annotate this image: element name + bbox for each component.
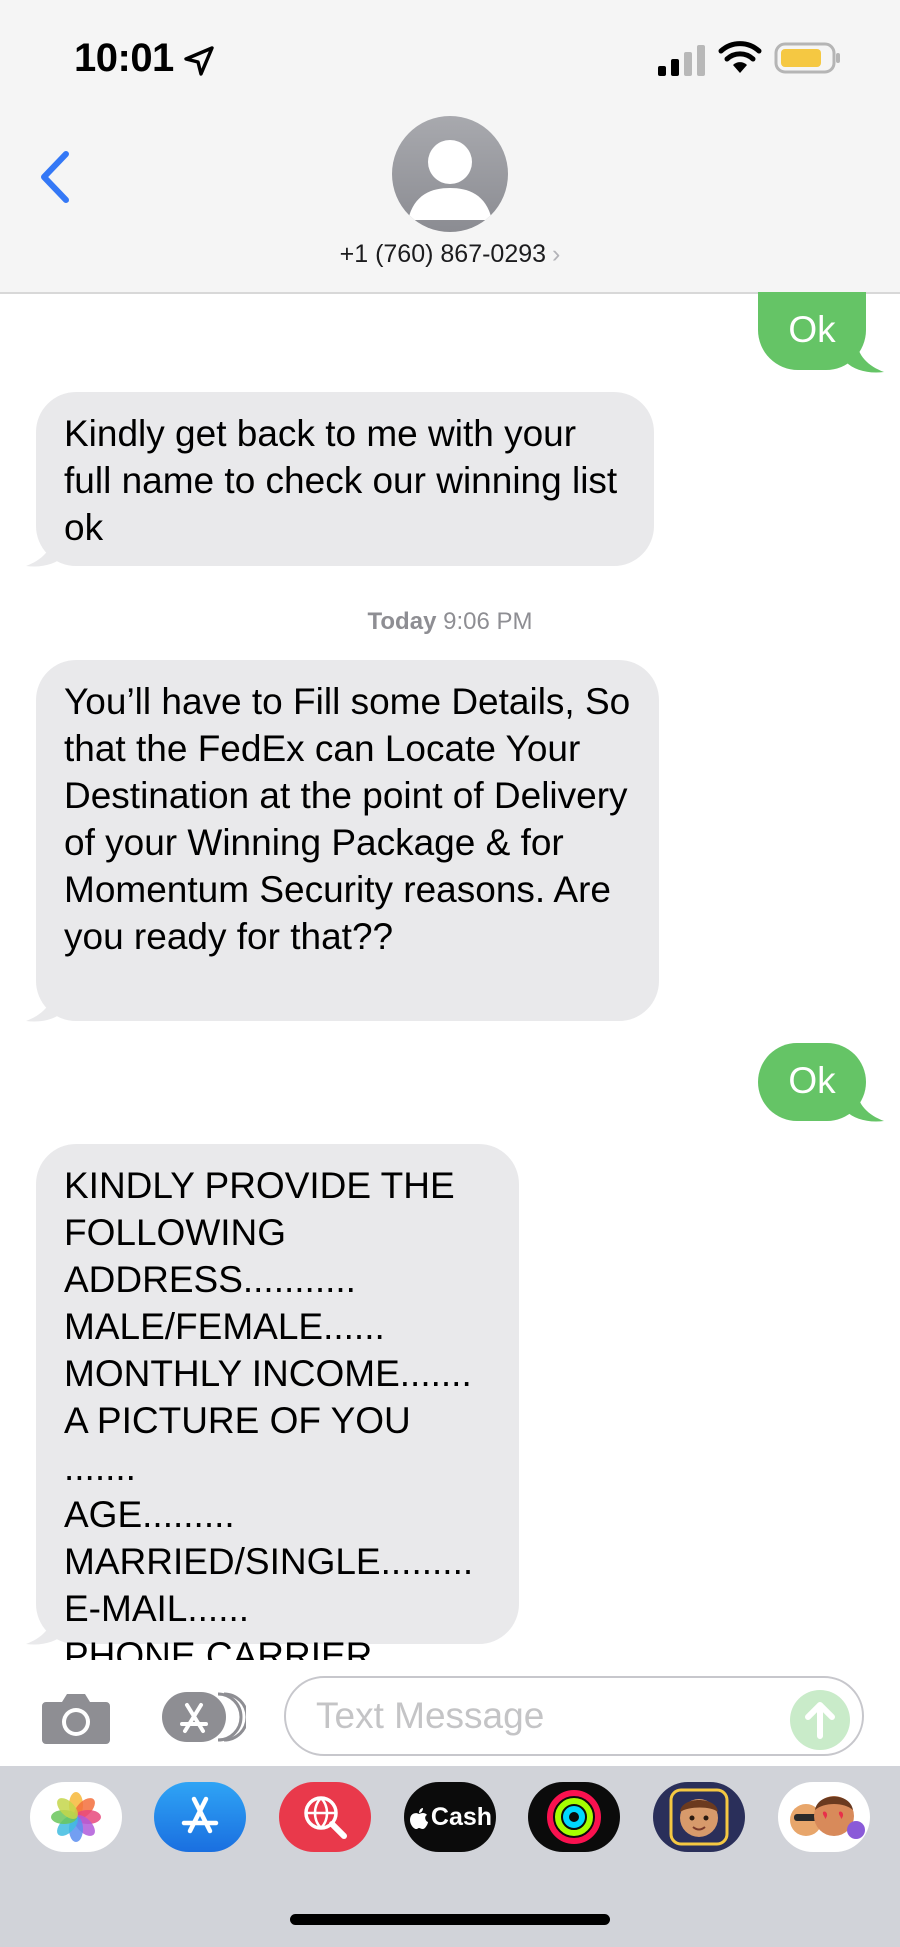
chevron-right-icon: › bbox=[552, 240, 561, 268]
home-indicator[interactable] bbox=[290, 1914, 610, 1925]
memoji-icon[interactable] bbox=[653, 1782, 745, 1852]
conversation-header: +1 (760) 867-0293 › bbox=[0, 110, 900, 294]
back-button[interactable] bbox=[30, 142, 80, 212]
images-search-icon[interactable] bbox=[279, 1782, 371, 1852]
app-store-icon[interactable] bbox=[154, 1782, 246, 1852]
message-bubble-incoming[interactable]: KINDLY PROVIDE THE FOLLOWING ADDRESS....… bbox=[36, 1144, 519, 1676]
apple-logo-icon bbox=[409, 1808, 428, 1829]
sticker-faces-icon bbox=[790, 1796, 865, 1839]
battery-low-power-icon bbox=[774, 42, 840, 74]
send-button[interactable] bbox=[790, 1690, 850, 1750]
message-input[interactable] bbox=[284, 1676, 864, 1756]
compose-bar bbox=[0, 1660, 900, 1766]
photos-flower-icon bbox=[51, 1792, 101, 1842]
bubble-tail bbox=[846, 340, 884, 373]
status-time: 10:01 bbox=[74, 36, 174, 80]
cellular-signal-icon bbox=[658, 45, 705, 76]
app-store-icon[interactable] bbox=[160, 1688, 246, 1746]
fitness-rings-icon[interactable] bbox=[528, 1782, 620, 1852]
contact-name: +1 (760) 867-0293 bbox=[339, 240, 547, 268]
location-arrow-icon bbox=[184, 46, 214, 76]
photos-icon[interactable] bbox=[30, 1782, 122, 1852]
message-timestamp: Today 9:06 PM bbox=[0, 608, 900, 636]
bubble-tail bbox=[26, 989, 64, 1022]
arrow-up-icon bbox=[805, 1702, 835, 1739]
memoji-face-icon bbox=[669, 1788, 729, 1846]
bubble-tail bbox=[26, 1612, 64, 1645]
bubble-tail bbox=[846, 1089, 884, 1122]
bubble-tail bbox=[26, 534, 64, 567]
timestamp-day: Today bbox=[367, 608, 437, 635]
apple-cash-icon[interactable]: Cash bbox=[404, 1782, 496, 1852]
animoji-stickers-icon[interactable] bbox=[778, 1782, 870, 1852]
cash-label: Cash bbox=[408, 1803, 492, 1832]
wifi-icon bbox=[718, 41, 762, 73]
timestamp-time: 9:06 PM bbox=[443, 608, 533, 635]
activity-rings-icon bbox=[547, 1790, 601, 1844]
message-bubble-incoming[interactable]: Kindly get back to me with your full nam… bbox=[36, 392, 654, 566]
status-bar: 10:01 bbox=[0, 0, 900, 110]
cash-label-text: Cash bbox=[430, 1802, 493, 1831]
globe-search-icon bbox=[304, 1796, 347, 1839]
person-silhouette-icon bbox=[408, 140, 492, 220]
app-store-glyph-icon bbox=[181, 1796, 219, 1834]
message-bubble-incoming[interactable]: You’ll have to Fill some Details, So tha… bbox=[36, 660, 659, 1021]
contact-avatar[interactable] bbox=[392, 116, 508, 232]
contact-info[interactable]: +1 (760) 867-0293 › bbox=[0, 240, 900, 269]
camera-icon[interactable] bbox=[40, 1688, 112, 1746]
